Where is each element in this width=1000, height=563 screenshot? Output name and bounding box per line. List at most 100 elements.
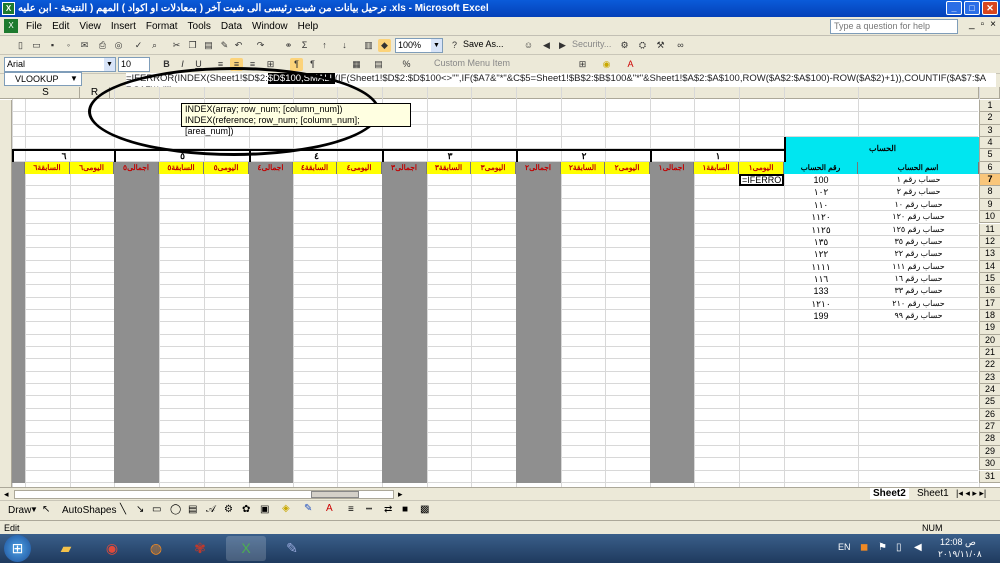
account-name-cell[interactable]: حساب رقم ١١١ (858, 261, 979, 273)
zoom-select[interactable]: 100% ▼ (395, 38, 443, 53)
vertical-scrollbar[interactable] (0, 100, 12, 487)
workbook-icon[interactable]: X (4, 19, 18, 33)
scroll-left-icon[interactable]: ◂ (4, 489, 9, 500)
tool-a-icon[interactable]: ⚙ (618, 39, 631, 52)
row-header[interactable]: 3 (979, 124, 1000, 138)
clock-date[interactable]: ٢٠١٩/١١/٠٨ (938, 549, 982, 560)
open-icon[interactable]: ▭ (30, 39, 43, 52)
hyperlink-icon[interactable]: ⚭ (282, 39, 295, 52)
row-header[interactable]: 1 (979, 100, 1000, 113)
active-cell[interactable]: =IFERRO (739, 174, 784, 187)
row-header[interactable]: 20 (979, 334, 1000, 347)
3d-icon[interactable]: ▩ (420, 504, 429, 515)
account-name-cell[interactable]: حساب رقم ١٦ (858, 273, 979, 285)
row-header[interactable]: 7 (979, 174, 1000, 187)
account-name-cell[interactable]: حساب رقم ٢١٠ (858, 298, 979, 310)
tray-app-icon[interactable]: ◼ (860, 542, 868, 553)
app-icon[interactable]: ✾ (180, 536, 220, 561)
doc-close-button[interactable]: × (990, 19, 996, 30)
maximize-button[interactable]: □ (964, 1, 980, 15)
account-number-cell[interactable]: ١٢١٠ (784, 298, 858, 310)
preview-icon[interactable]: ◎ (112, 39, 125, 52)
fill-color-icon[interactable]: ◉ (600, 58, 613, 71)
draw-menu[interactable]: Draw (8, 505, 31, 516)
font-select[interactable]: Arial ▼ (4, 57, 116, 72)
row-header[interactable]: 19 (979, 322, 1000, 335)
oval-icon[interactable]: ◯ (170, 504, 181, 515)
row-header[interactable]: 26 (979, 408, 1000, 422)
account-name-cell[interactable]: حساب رقم ٢٢ (858, 248, 979, 260)
tab-nav-icon[interactable]: |◂ ◂ ▸ ▸| (956, 488, 986, 499)
rectangle-icon[interactable]: ▭ (152, 504, 161, 515)
email-icon[interactable]: ✉ (78, 39, 91, 52)
dash-style-icon[interactable]: ┅ (366, 504, 372, 515)
font-size-select[interactable]: 10 (118, 57, 150, 72)
clock-time[interactable]: 12:08 ص (940, 537, 976, 548)
account-name-cell[interactable]: حساب رقم ١٢٠ (858, 211, 979, 223)
chrome-icon[interactable]: ◉ (92, 536, 132, 561)
account-number-cell[interactable]: ١١١١ (784, 261, 858, 273)
account-number-cell[interactable]: 100 (784, 174, 858, 186)
chevron-down-icon[interactable]: ▼ (70, 74, 78, 83)
help-search-input[interactable]: Type a question for help (830, 19, 958, 34)
forward-icon[interactable]: ▶ (556, 39, 569, 52)
menu-help[interactable]: Help (293, 21, 324, 32)
row-header[interactable]: 16 (979, 285, 1000, 298)
security-button[interactable]: Security... (572, 39, 611, 49)
save-as-button[interactable]: Save As... (463, 39, 504, 49)
horizontal-scrollbar[interactable] (14, 490, 394, 499)
row-header[interactable]: 9 (979, 198, 1000, 212)
scroll-right-icon[interactable]: ▸ (398, 489, 403, 500)
undo-icon[interactable]: ↶ (232, 39, 245, 52)
picture-icon[interactable]: ▣ (260, 504, 269, 515)
permission-icon[interactable]: ◦ (62, 39, 75, 52)
borders-icon[interactable]: ⊞ (576, 58, 589, 71)
font-color-icon[interactable]: A (624, 58, 637, 71)
column-header-s[interactable]: S (12, 87, 80, 99)
tab-sheet1[interactable]: Sheet1 (914, 488, 952, 499)
line-style-icon[interactable]: ≡ (348, 504, 354, 515)
row-header[interactable]: 29 (979, 445, 1000, 459)
account-name-cell[interactable]: حساب رقم ١ (858, 174, 979, 186)
help-icon[interactable]: ? (448, 39, 461, 52)
diagram-icon[interactable]: ⚙ (224, 504, 233, 515)
row-header[interactable]: 4 (979, 137, 1000, 150)
scrollbar-thumb[interactable] (311, 491, 359, 498)
excel-taskbar-icon[interactable]: X (226, 536, 266, 561)
fill-color-icon[interactable]: ◈ (282, 503, 290, 514)
rtl-icon[interactable]: ¶ (290, 58, 303, 71)
autoshapes-menu[interactable]: AutoShapes (62, 505, 117, 516)
row-header[interactable]: 12 (979, 235, 1000, 249)
textbox-icon[interactable]: ▤ (188, 504, 197, 515)
research-icon[interactable]: ⌕ (148, 39, 161, 52)
shadow-icon[interactable]: ■ (402, 504, 408, 515)
row-header[interactable]: 10 (979, 211, 1000, 224)
clipart-icon[interactable]: ✿ (242, 504, 250, 515)
account-number-cell[interactable]: ١١٦ (784, 273, 858, 285)
ltr-icon[interactable]: ¶ (306, 58, 319, 71)
row-header[interactable]: 5 (979, 149, 1000, 162)
new-icon[interactable]: ▯ (14, 39, 27, 52)
tool-d-icon[interactable]: ∞ (674, 39, 687, 52)
row-header[interactable]: 2 (979, 112, 1000, 125)
copy-icon[interactable]: ❐ (186, 39, 199, 52)
percent-icon[interactable]: % (400, 58, 413, 71)
account-number-cell[interactable]: 199 (784, 310, 858, 322)
account-number-cell[interactable]: ١٣٥ (784, 236, 858, 248)
tool-b-icon[interactable]: ⛭ (636, 39, 649, 52)
flag-icon[interactable]: ⚑ (878, 542, 887, 553)
close-button[interactable]: ✕ (982, 1, 998, 15)
line-color-icon[interactable]: ✎ (304, 503, 312, 514)
account-name-cell[interactable]: حساب رقم ٢ (858, 186, 979, 198)
menu-edit[interactable]: Edit (47, 21, 74, 32)
account-name-cell[interactable]: حساب رقم ٣٥ (858, 236, 979, 248)
account-number-cell[interactable]: ١٢٢ (784, 248, 858, 260)
doc-restore-button[interactable]: ▫ (981, 19, 985, 30)
explorer-icon[interactable]: ▰ (46, 536, 86, 561)
network-icon[interactable]: ▯ (896, 542, 902, 553)
row-header[interactable]: 21 (979, 347, 1000, 360)
row-header[interactable]: 11 (979, 223, 1000, 236)
menu-format[interactable]: Format (141, 21, 183, 32)
print-icon[interactable]: ⎙ (96, 39, 109, 52)
custom-menu-item[interactable]: Custom Menu Item (434, 58, 510, 68)
